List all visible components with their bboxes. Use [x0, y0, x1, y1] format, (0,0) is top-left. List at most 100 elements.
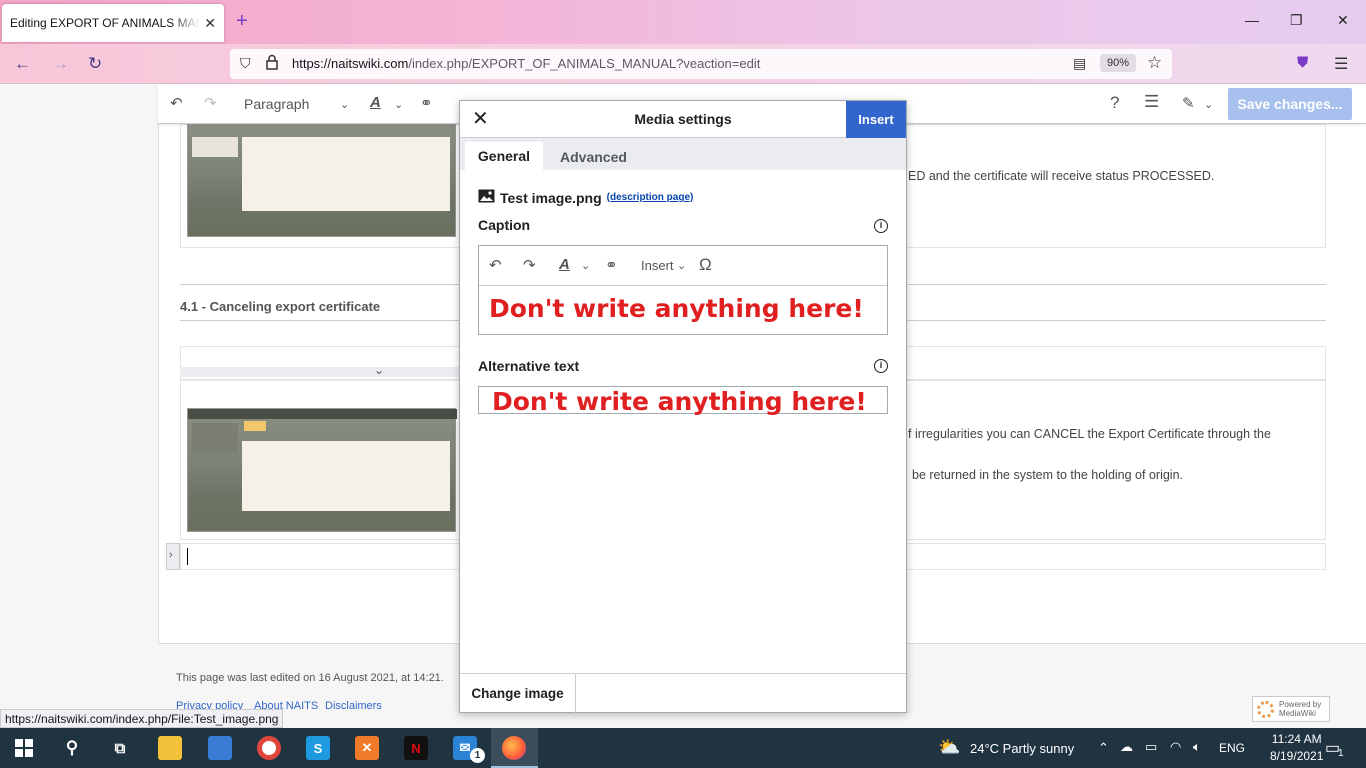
volume-icon[interactable]: 🔈︎ — [1193, 739, 1201, 755]
browser-tab-bar: Editing EXPORT OF ANIMALS MANUAL ✕ + — ❐… — [0, 0, 1366, 44]
search-icon[interactable]: ⚲ — [60, 736, 84, 760]
weather-icon[interactable]: ⛅ — [938, 737, 960, 758]
help-icon[interactable]: ? — [1110, 93, 1119, 113]
section-heading[interactable]: 4.1 - Canceling export certificate — [180, 299, 380, 314]
caption-editor[interactable]: ↶ ↷ A ⌄ ⚭ Insert ⌄ Ω Don't write anythin… — [478, 245, 888, 335]
lock-icon[interactable] — [266, 54, 278, 73]
collapse-bar[interactable] — [180, 367, 460, 377]
browser-nav-bar: ← → ↻ ⛉ https://naitswiki.com/index.php/… — [0, 44, 1366, 84]
redo-icon[interactable]: ↷ — [204, 94, 217, 112]
info-icon[interactable]: i — [874, 219, 888, 233]
task-view-icon[interactable]: ⧉ — [108, 736, 132, 760]
undo-icon[interactable]: ↶ — [489, 256, 502, 274]
chevron-right-icon: › — [169, 549, 173, 561]
screenshot-image-2[interactable] — [187, 408, 457, 532]
doc-text-line: ED and the certificate will receive stat… — [908, 169, 1215, 183]
doc-text-line: be returned in the system to the holding… — [912, 468, 1183, 482]
insert-menu[interactable]: Insert — [641, 258, 674, 273]
new-tab-icon[interactable]: + — [236, 11, 248, 31]
status-bar-url: https://naitswiki.com/index.php/File:Tes… — [0, 709, 284, 728]
description-page-link[interactable]: (description page) — [607, 192, 694, 203]
insert-button[interactable]: Insert — [846, 101, 906, 138]
alt-text-value[interactable]: Don't write anything here! — [492, 387, 867, 416]
battery-icon[interactable]: ▭ — [1145, 739, 1157, 755]
file-explorer-icon[interactable] — [158, 736, 182, 760]
tab-title: Editing EXPORT OF ANIMALS MANUAL — [10, 16, 200, 30]
info-icon[interactable]: i — [874, 359, 888, 373]
caption-label: Caption — [478, 217, 531, 233]
doc-text-line: f irregularities you can CANCEL the Expo… — [908, 427, 1271, 441]
dialog-header: Media settings ✕ Insert — [460, 101, 906, 138]
close-icon[interactable]: ✕ — [472, 109, 489, 129]
alt-text-input[interactable]: Don't write anything here! — [478, 386, 888, 416]
link-icon[interactable]: ⚭ — [420, 94, 433, 112]
chevron-down-icon[interactable]: ⌄ — [677, 259, 686, 272]
weather-text[interactable]: 24°C Partly sunny — [970, 741, 1074, 756]
browser-tab-active[interactable]: Editing EXPORT OF ANIMALS MANUAL ✕ — [2, 4, 224, 42]
this-pc-icon[interactable] — [208, 736, 232, 760]
powered-by-mediawiki[interactable]: Powered by MediaWiki — [1252, 696, 1330, 722]
save-changes-button[interactable]: Save changes... — [1228, 88, 1352, 120]
dialog-footer: Change image — [460, 673, 906, 713]
firefox-taskbar-button[interactable] — [491, 728, 538, 768]
skype-icon[interactable]: S — [306, 736, 330, 760]
undo-icon[interactable]: ↶ — [170, 94, 183, 112]
chevron-down-icon[interactable]: ⌄ — [581, 259, 590, 272]
pocket-icon[interactable]: ⛊ — [1297, 54, 1308, 71]
chevron-down-icon[interactable]: ⌄ — [374, 363, 384, 377]
wifi-icon[interactable]: ◠ — [1170, 739, 1181, 755]
edit-mode-pencil-icon[interactable]: ✎ — [1182, 94, 1195, 112]
chevron-down-icon[interactable]: ⌄ — [394, 98, 403, 111]
onedrive-icon[interactable]: ☁ — [1120, 739, 1133, 755]
chevron-up-icon[interactable]: ⌃ — [1098, 740, 1109, 756]
window-close-icon[interactable]: ✕ — [1337, 12, 1349, 29]
windows-taskbar: ⚲ ⧉ S ✕ N ✉ 1 ⛅ 24°C Partly sunny ⌃ ☁ ▭ … — [0, 728, 1366, 768]
disclaimers-link[interactable]: Disclaimers — [325, 700, 382, 712]
xampp-icon[interactable]: ✕ — [355, 736, 379, 760]
paragraph-format-dropdown[interactable]: Paragraph — [244, 96, 309, 112]
reload-icon[interactable]: ↻ — [88, 54, 102, 74]
notification-badge: 1 — [1338, 748, 1344, 759]
forward-icon[interactable]: → — [52, 54, 69, 74]
caption-value[interactable]: Don't write anything here! — [489, 294, 864, 323]
text-style-icon[interactable]: A — [559, 256, 570, 273]
netflix-icon[interactable]: N — [404, 736, 428, 760]
menu-icon[interactable]: ☰ — [1334, 54, 1348, 74]
context-expand-handle[interactable]: › — [166, 543, 180, 570]
link-icon[interactable]: ⚭ — [605, 256, 618, 274]
chevron-down-icon[interactable]: ⌄ — [340, 98, 349, 111]
chevron-down-icon[interactable]: ⌄ — [1204, 98, 1213, 111]
bookmark-star-icon[interactable]: ☆ — [1147, 53, 1162, 73]
change-image-button[interactable]: Change image — [460, 674, 576, 713]
dialog-title: Media settings — [634, 111, 732, 127]
text-cursor — [187, 548, 188, 565]
alt-text-label: Alternative text — [478, 358, 580, 374]
url-text[interactable]: https://naitswiki.com/index.php/EXPORT_O… — [292, 56, 760, 71]
minimize-icon[interactable]: — — [1245, 12, 1259, 28]
redo-icon[interactable]: ↷ — [523, 256, 536, 274]
file-info: Test image.png (description page) — [478, 189, 693, 206]
image-icon — [478, 189, 495, 206]
clock[interactable]: 11:24 AM 8/19/2021 — [1270, 731, 1323, 765]
page-options-icon[interactable]: ☰ — [1144, 92, 1159, 112]
tab-general[interactable]: General — [465, 142, 543, 170]
chrome-icon[interactable] — [257, 736, 281, 760]
reader-view-icon[interactable]: ▤ — [1073, 55, 1086, 72]
shield-icon[interactable]: ⛉ — [240, 55, 251, 72]
mediawiki-logo-icon — [1257, 701, 1274, 718]
text-style-icon[interactable]: A — [370, 94, 381, 111]
clock-date: 8/19/2021 — [1270, 749, 1324, 763]
mail-badge: 1 — [470, 748, 485, 763]
restore-icon[interactable]: ❐ — [1290, 12, 1303, 29]
windows-start-icon[interactable] — [15, 739, 33, 760]
back-icon[interactable]: ← — [14, 54, 31, 74]
zoom-level[interactable]: 90% — [1100, 54, 1137, 72]
file-name: Test image.png — [500, 189, 602, 206]
url-bar[interactable]: ⛉ https://naitswiki.com/index.php/EXPORT… — [230, 49, 1172, 79]
close-tab-icon[interactable]: ✕ — [204, 15, 216, 32]
special-character-icon[interactable]: Ω — [699, 255, 712, 275]
language-indicator[interactable]: ENG — [1219, 741, 1245, 755]
tab-advanced[interactable]: Advanced — [560, 149, 627, 165]
clock-time: 11:24 AM — [1271, 732, 1322, 746]
screenshot-image-1[interactable] — [187, 124, 456, 237]
